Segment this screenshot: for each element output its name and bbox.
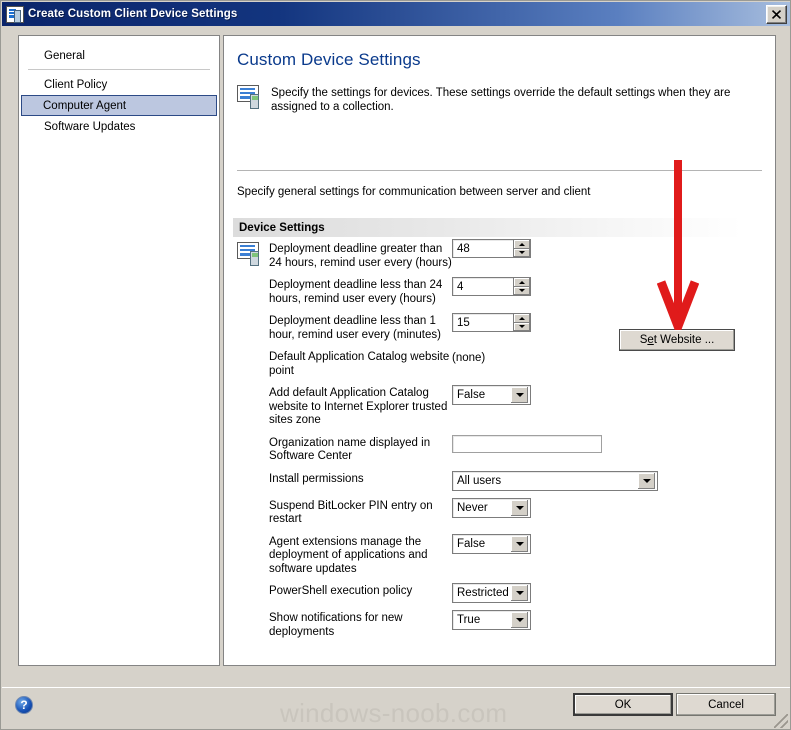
- resize-gripper[interactable]: [774, 714, 788, 728]
- sidebar-item-label: Software Updates: [44, 120, 136, 133]
- spinner-arrows[interactable]: [513, 314, 530, 331]
- organization-name-input[interactable]: [452, 434, 602, 453]
- set-website-button-label: Set Website ...: [639, 334, 715, 346]
- dialog-footer: ? windows-noob.com OK Cancel: [2, 687, 790, 729]
- spinner-arrows[interactable]: [513, 240, 530, 257]
- chevron-down-icon[interactable]: [511, 585, 528, 601]
- sidebar-item-label: Client Policy: [44, 78, 108, 91]
- spinner-value[interactable]: 4: [453, 278, 513, 295]
- page-description: Specify the settings for devices. These …: [271, 87, 731, 113]
- show-notifications-new-deployments-dropdown[interactable]: True: [452, 610, 531, 630]
- dropdown-value: All users: [457, 474, 502, 487]
- spinner-down-icon[interactable]: [514, 248, 530, 257]
- settings-navigation-list: General Client Policy Computer Agent Sof…: [18, 35, 220, 666]
- spinner-value[interactable]: 15: [453, 314, 513, 331]
- dropdown-value: False: [457, 537, 486, 550]
- sidebar-item-software-updates[interactable]: Software Updates: [22, 116, 216, 137]
- setting-label: Default Application Catalog website poin…: [269, 351, 450, 377]
- setting-row: Default Application Catalog website poin…: [237, 349, 767, 378]
- setting-row: Deployment deadline less than 24 hours, …: [237, 277, 767, 306]
- setting-row: Install permissions All users: [237, 470, 767, 491]
- setting-row: Deployment deadline greater than 24 hour…: [237, 239, 767, 270]
- setting-label: Agent extensions manage the deployment o…: [269, 535, 428, 575]
- deadline-lt-24h-reminder-spinner[interactable]: 4: [452, 277, 531, 296]
- suspend-bitlocker-pin-dropdown[interactable]: Never: [452, 497, 531, 518]
- dropdown-value: Restricted: [457, 587, 509, 599]
- sidebar-item-general[interactable]: General: [22, 45, 216, 66]
- setting-label: PowerShell execution policy: [269, 585, 413, 597]
- setting-label: Deployment deadline less than 1 hour, re…: [269, 315, 441, 341]
- help-icon[interactable]: ?: [15, 696, 33, 714]
- device-settings-section-header: Device Settings: [233, 218, 742, 237]
- setting-label: Add default Application Catalog website …: [269, 387, 448, 426]
- dialog-body: General Client Policy Computer Agent Sof…: [2, 26, 790, 686]
- deadline-lt-1h-reminder-spinner[interactable]: 15: [452, 313, 531, 332]
- dropdown-value: True: [457, 614, 481, 626]
- set-website-button[interactable]: Set Website ...: [619, 329, 735, 351]
- setting-label: Show notifications for new deployments: [269, 612, 403, 638]
- page-sub-description: Specify general settings for communicati…: [237, 186, 591, 198]
- spinner-up-icon[interactable]: [514, 240, 530, 249]
- setting-row: Suspend BitLocker PIN entry on restart N…: [237, 497, 767, 527]
- window-title: Create Custom Client Device Settings: [28, 8, 238, 20]
- spinner-up-icon[interactable]: [514, 314, 530, 323]
- install-permissions-dropdown[interactable]: All users: [452, 470, 658, 491]
- sidebar-item-label: General: [44, 49, 85, 62]
- chevron-down-icon[interactable]: [511, 612, 528, 628]
- chevron-down-icon[interactable]: [511, 387, 528, 403]
- ok-button[interactable]: OK: [573, 693, 673, 716]
- setting-row: Add default Application Catalog website …: [237, 385, 767, 428]
- section-header-label: Device Settings: [239, 221, 325, 234]
- setting-label: Install permissions: [269, 472, 364, 485]
- chevron-down-icon[interactable]: [638, 472, 655, 489]
- deadline-gt-24h-reminder-spinner[interactable]: 48: [452, 239, 531, 258]
- cancel-button[interactable]: Cancel: [676, 693, 776, 716]
- setting-row: Show notifications for new deployments T…: [237, 610, 767, 639]
- setting-label: Suspend BitLocker PIN entry on restart: [269, 499, 433, 526]
- spinner-down-icon[interactable]: [514, 322, 530, 331]
- window-title-bar: Create Custom Client Device Settings: [2, 2, 790, 26]
- page-title: Custom Device Settings: [237, 50, 421, 69]
- watermark: windows-noob.com: [280, 698, 508, 728]
- close-button[interactable]: [766, 4, 787, 24]
- agent-extensions-manage-deployment-dropdown[interactable]: False: [452, 533, 531, 554]
- spinner-down-icon[interactable]: [514, 286, 530, 295]
- default-app-catalog-website-value: (none): [452, 352, 486, 364]
- spinner-arrows[interactable]: [513, 278, 530, 295]
- sidebar-item-computer-agent[interactable]: Computer Agent: [21, 95, 217, 116]
- spinner-value[interactable]: 48: [453, 240, 513, 257]
- device-settings-list: Deployment deadline greater than 24 hour…: [237, 239, 767, 646]
- setting-label: Organization name displayed in Software …: [269, 436, 431, 463]
- cancel-button-label: Cancel: [708, 698, 744, 711]
- close-icon: [772, 9, 781, 19]
- chevron-down-icon[interactable]: [511, 499, 528, 516]
- dropdown-value: Never: [457, 501, 488, 514]
- ok-button-label: OK: [614, 698, 632, 711]
- device-settings-icon: [237, 242, 263, 267]
- sidebar-divider: [28, 69, 210, 70]
- add-catalog-to-trusted-sites-dropdown[interactable]: False: [452, 385, 531, 405]
- setting-row: Agent extensions manage the deployment o…: [237, 533, 767, 577]
- page-description-block: Specify the settings for devices. These …: [237, 84, 762, 114]
- sidebar-item-label: Computer Agent: [43, 99, 127, 112]
- setting-label: Deployment deadline less than 24 hours, …: [269, 279, 443, 305]
- create-custom-client-device-settings-window: Create Custom Client Device Settings Gen…: [0, 0, 791, 730]
- client-settings-icon: [6, 5, 24, 23]
- setting-label: Deployment deadline greater than 24 hour…: [269, 243, 452, 269]
- device-settings-icon: [237, 85, 263, 110]
- setting-row: Organization name displayed in Software …: [237, 434, 767, 464]
- chevron-down-icon[interactable]: [511, 535, 528, 552]
- powershell-execution-policy-dropdown[interactable]: Restricted: [452, 583, 531, 603]
- setting-row: PowerShell execution policy Restricted: [237, 583, 767, 603]
- horizontal-divider: [237, 170, 762, 171]
- spinner-up-icon[interactable]: [514, 278, 530, 287]
- dropdown-value: False: [457, 389, 486, 401]
- sidebar-item-client-policy[interactable]: Client Policy: [22, 74, 216, 95]
